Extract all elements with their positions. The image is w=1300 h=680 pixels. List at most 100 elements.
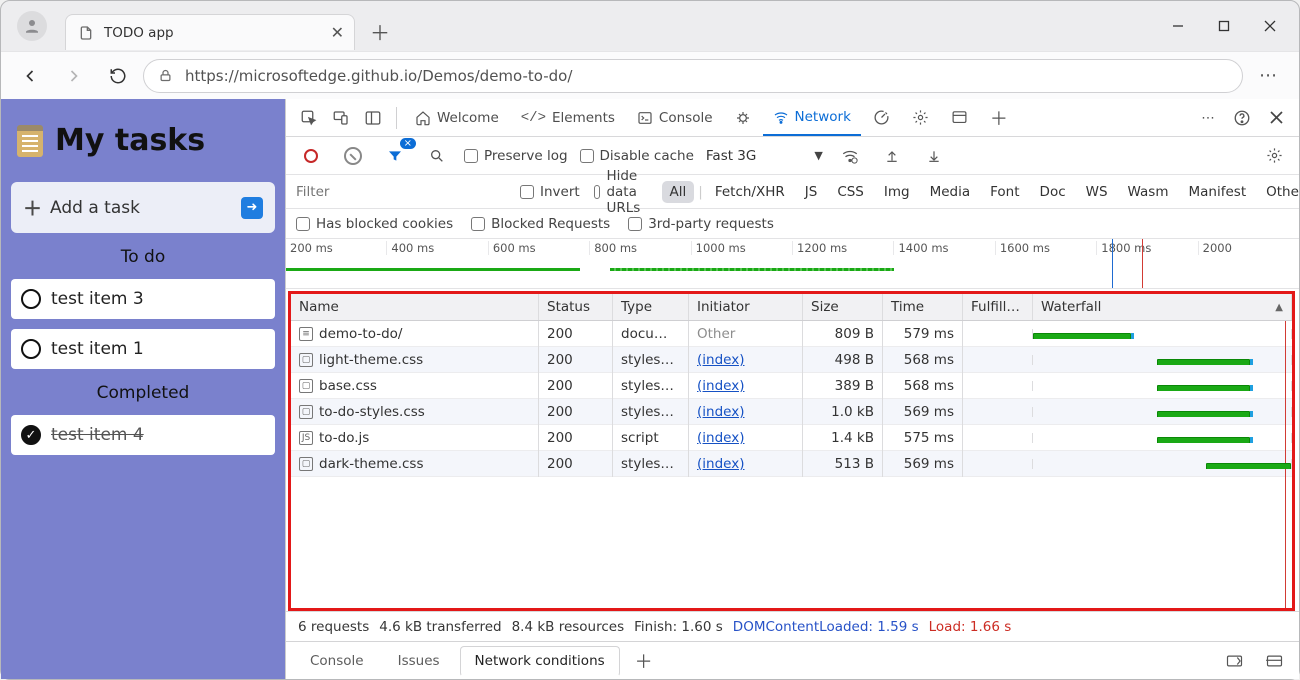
tab-network[interactable]: Network bbox=[763, 99, 861, 136]
drawer-expand-icon[interactable] bbox=[1219, 646, 1249, 676]
task-checkbox-checked[interactable] bbox=[21, 425, 41, 445]
tab-memory-icon[interactable] bbox=[902, 99, 939, 136]
inspect-element-icon[interactable] bbox=[294, 103, 324, 133]
preserve-log-checkbox[interactable]: Preserve log bbox=[464, 148, 568, 164]
import-har-button[interactable] bbox=[877, 141, 907, 171]
drawer-add-tab[interactable]: ＋ bbox=[630, 648, 658, 674]
disable-cache-checkbox[interactable]: Disable cache bbox=[580, 148, 694, 164]
table-row[interactable]: ▢light-theme.css200styleshe…(index)498 B… bbox=[291, 347, 1292, 373]
request-initiator[interactable]: (index) bbox=[689, 425, 803, 451]
browser-menu-button[interactable]: ⋯ bbox=[1249, 65, 1289, 86]
table-header[interactable]: Name Status Type Initiator Size Time Ful… bbox=[291, 294, 1292, 321]
add-task-input[interactable]: ＋ Add a task ➜ bbox=[11, 182, 275, 233]
col-status[interactable]: Status bbox=[539, 294, 613, 320]
type-filter-chips: All|Fetch/XHRJSCSSImgMediaFontDocWSWasmM… bbox=[662, 181, 1300, 203]
profile-avatar[interactable] bbox=[17, 11, 47, 41]
device-toolbar-icon[interactable] bbox=[326, 103, 356, 133]
devtools-help-button[interactable] bbox=[1227, 103, 1257, 133]
table-row[interactable]: ▢base.css200styleshe…(index)389 B568 ms bbox=[291, 373, 1292, 399]
request-initiator[interactable]: (index) bbox=[689, 451, 803, 477]
address-bar[interactable]: https://microsoftedge.github.io/Demos/de… bbox=[143, 59, 1243, 93]
col-name[interactable]: Name bbox=[291, 294, 539, 320]
window-close[interactable] bbox=[1247, 10, 1293, 42]
network-conditions-icon[interactable] bbox=[835, 141, 865, 171]
col-waterfall[interactable]: Waterfall▲ bbox=[1033, 294, 1292, 320]
filter-chip-font[interactable]: Font bbox=[982, 181, 1027, 203]
filter-chip-js[interactable]: JS bbox=[797, 181, 826, 203]
drawer-collapse-icon[interactable] bbox=[1259, 646, 1289, 676]
timeline-overview[interactable]: 200 ms400 ms600 ms800 ms1000 ms1200 ms14… bbox=[286, 239, 1299, 289]
invert-checkbox[interactable]: Invert bbox=[520, 184, 580, 200]
table-row[interactable]: ▢to-do-styles.css200styleshe…(index)1.0 … bbox=[291, 399, 1292, 425]
task-item[interactable]: test item 3 bbox=[11, 279, 275, 319]
col-time[interactable]: Time bbox=[883, 294, 963, 320]
filter-input[interactable] bbox=[296, 180, 506, 204]
record-button[interactable] bbox=[296, 141, 326, 171]
dock-side-icon[interactable] bbox=[358, 103, 388, 133]
task-item[interactable]: test item 1 bbox=[11, 329, 275, 369]
request-time: 569 ms bbox=[883, 451, 963, 477]
request-time: 579 ms bbox=[883, 321, 963, 347]
drawer-tab-console[interactable]: Console bbox=[296, 647, 378, 675]
forward-button[interactable] bbox=[55, 57, 93, 95]
request-type: styleshe… bbox=[613, 451, 689, 477]
refresh-button[interactable] bbox=[99, 57, 137, 95]
network-settings-button[interactable] bbox=[1259, 141, 1289, 171]
tab-elements[interactable]: </>Elements bbox=[511, 99, 625, 136]
task-checkbox[interactable] bbox=[21, 339, 41, 359]
tab-add[interactable]: ＋ bbox=[980, 99, 1018, 136]
tab-performance-icon[interactable] bbox=[863, 99, 900, 136]
blocked-cookies-checkbox[interactable]: Has blocked cookies bbox=[296, 216, 453, 232]
back-button[interactable] bbox=[11, 57, 49, 95]
filter-chip-css[interactable]: CSS bbox=[829, 181, 872, 203]
filter-chip-ws[interactable]: WS bbox=[1078, 181, 1116, 203]
devtools-close-button[interactable] bbox=[1261, 103, 1291, 133]
network-filter-bar: Invert Hide data URLs All|Fetch/XHRJSCSS… bbox=[286, 175, 1299, 209]
window-maximize[interactable] bbox=[1201, 10, 1247, 42]
request-status: 200 bbox=[539, 451, 613, 477]
request-initiator[interactable]: (index) bbox=[689, 373, 803, 399]
table-row[interactable]: ▢dark-theme.css200styleshe…(index)513 B5… bbox=[291, 451, 1292, 477]
table-row[interactable]: JSto-do.js200script(index)1.4 kB575 ms bbox=[291, 425, 1292, 451]
filter-chip-wasm[interactable]: Wasm bbox=[1120, 181, 1177, 203]
export-har-button[interactable] bbox=[919, 141, 949, 171]
filter-badge: × bbox=[400, 138, 416, 149]
third-party-checkbox[interactable]: 3rd-party requests bbox=[628, 216, 774, 232]
blocked-requests-checkbox[interactable]: Blocked Requests bbox=[471, 216, 610, 232]
col-size[interactable]: Size bbox=[803, 294, 883, 320]
task-item-completed[interactable]: test item 4 bbox=[11, 415, 275, 455]
search-button[interactable] bbox=[422, 141, 452, 171]
tab-application-icon[interactable] bbox=[941, 99, 978, 136]
code-icon: </> bbox=[521, 110, 546, 126]
request-initiator[interactable]: (index) bbox=[689, 399, 803, 425]
table-row[interactable]: ≡demo-to-do/200docum…Other809 B579 ms bbox=[291, 321, 1292, 347]
status-resources: 8.4 kB resources bbox=[512, 619, 625, 635]
task-checkbox[interactable] bbox=[21, 289, 41, 309]
window-minimize[interactable] bbox=[1155, 10, 1201, 42]
filter-chip-media[interactable]: Media bbox=[922, 181, 979, 203]
request-initiator[interactable]: (index) bbox=[689, 347, 803, 373]
col-type[interactable]: Type bbox=[613, 294, 689, 320]
filter-chip-fetchxhr[interactable]: Fetch/XHR bbox=[707, 181, 793, 203]
tab-welcome[interactable]: Welcome bbox=[405, 99, 509, 136]
filter-chip-manifest[interactable]: Manifest bbox=[1181, 181, 1255, 203]
tab-console[interactable]: Console bbox=[627, 99, 723, 136]
drawer-tab-issues[interactable]: Issues bbox=[384, 647, 454, 675]
new-tab-button[interactable]: ＋ bbox=[363, 14, 397, 48]
col-fulfilled[interactable]: Fulfilled… bbox=[963, 294, 1033, 320]
tab-sources-icon[interactable] bbox=[725, 99, 761, 136]
devtools-more-button[interactable]: ⋯ bbox=[1193, 103, 1223, 133]
filter-toggle[interactable]: × bbox=[380, 141, 410, 171]
devtools-tabstrip: Welcome </>Elements Console Network ＋ ⋯ bbox=[286, 99, 1299, 137]
browser-tab[interactable]: TODO app ✕ bbox=[65, 14, 355, 50]
add-task-submit[interactable]: ➜ bbox=[241, 197, 263, 219]
filter-chip-other[interactable]: Other bbox=[1258, 181, 1300, 203]
filter-chip-img[interactable]: Img bbox=[876, 181, 918, 203]
throttling-select[interactable]: Fast 3G▼ bbox=[706, 148, 823, 164]
clear-button[interactable] bbox=[338, 141, 368, 171]
tab-close-icon[interactable]: ✕ bbox=[331, 23, 344, 42]
drawer-tab-network-conditions[interactable]: Network conditions bbox=[460, 646, 620, 677]
col-initiator[interactable]: Initiator bbox=[689, 294, 803, 320]
filter-chip-doc[interactable]: Doc bbox=[1032, 181, 1074, 203]
filter-chip-all[interactable]: All bbox=[662, 181, 695, 203]
